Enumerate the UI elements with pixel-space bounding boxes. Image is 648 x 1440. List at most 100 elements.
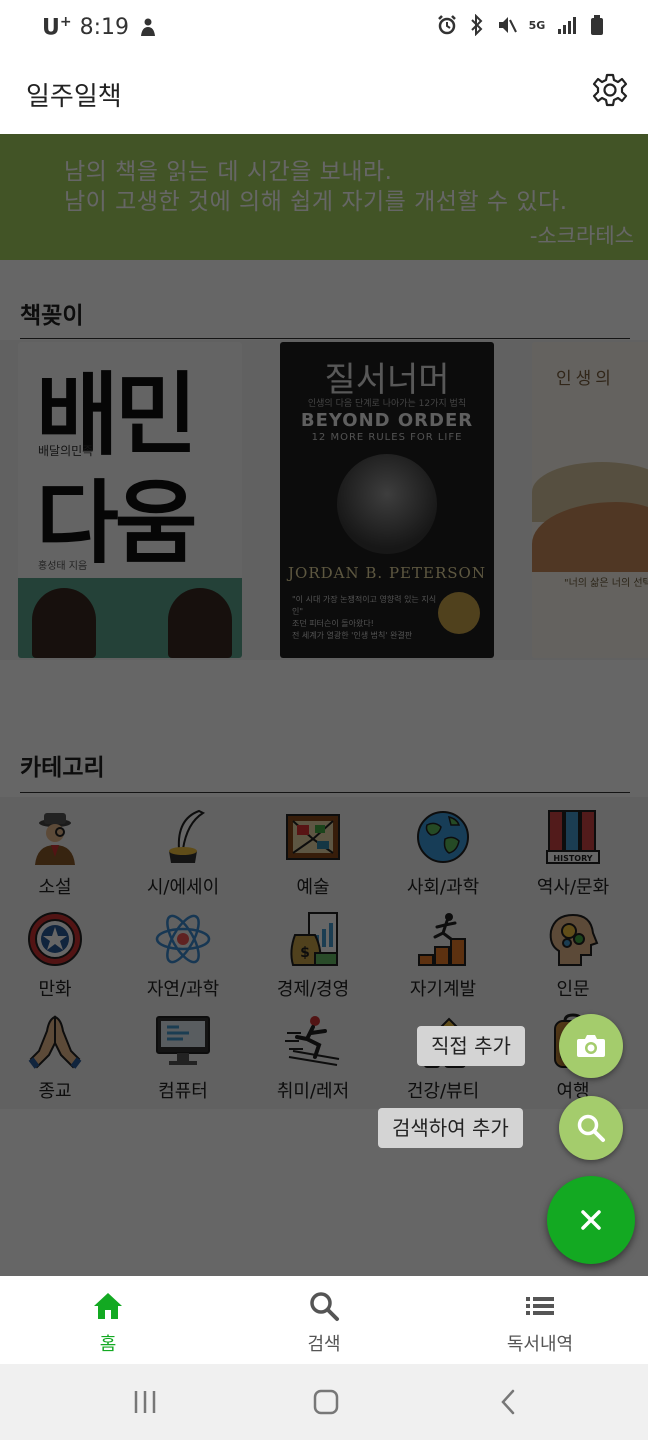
category-label: 만화 xyxy=(38,979,72,1000)
search-add-button[interactable] xyxy=(559,1096,623,1160)
search-add-label[interactable]: 검색하여 추가 xyxy=(378,1108,523,1148)
category-label: 자연/과학 xyxy=(146,979,220,1000)
detective-icon xyxy=(35,813,75,865)
close-icon xyxy=(581,1210,601,1230)
category-title: 카테고리 xyxy=(20,755,105,781)
bookshelf-divider xyxy=(20,338,630,339)
category-label: 종교 xyxy=(38,1081,72,1102)
category-label: 자기계발 xyxy=(409,979,477,1000)
category-history[interactable]: HISTORY 역사/문화 xyxy=(518,803,628,899)
category-label: 경제/경영 xyxy=(276,979,350,1000)
nav-label: 검색 xyxy=(307,1334,341,1355)
back-chevron-icon xyxy=(501,1389,515,1415)
settings-button[interactable] xyxy=(592,72,628,108)
quote-author: -소크라테스 xyxy=(529,224,634,248)
money-bag-icon: $ xyxy=(290,912,338,966)
signal-icon xyxy=(556,14,578,36)
category-grid: 소설 시/에세이 예술 사회/과학 HISTORY 역사/문화 만화 자연/과학… xyxy=(0,797,648,1109)
globe-icon xyxy=(417,811,469,863)
alarm-icon xyxy=(436,14,458,36)
category-nature-science[interactable]: 자연/과학 xyxy=(128,905,238,1001)
book-cover-blurb: "이 시대 가장 논쟁적이고 영향력 있는 지식인" 조던 피터슨이 돌아왔다!… xyxy=(292,594,442,642)
mute-icon xyxy=(496,14,518,36)
nav-search[interactable]: 검색 xyxy=(216,1276,432,1364)
book-cover[interactable]: 질서너머 인생의 다음 단계로 나아가는 12가지 법칙 BEYOND ORDE… xyxy=(280,342,494,658)
search-icon xyxy=(310,1292,339,1321)
category-self-development[interactable]: 자기계발 xyxy=(388,905,498,1001)
category-society-science[interactable]: 사회/과학 xyxy=(388,803,498,899)
book-cover[interactable]: 배민 배달의민족 다움 홍성태 지음 xyxy=(18,342,242,658)
book-cover-subtitle-en: 12 MORE RULES FOR LIFE xyxy=(311,432,463,443)
praying-hands-icon xyxy=(28,1015,82,1069)
bottom-navigation: 홈 검색 독서내역 xyxy=(0,1276,648,1364)
home-square-icon xyxy=(313,1389,339,1415)
home-system-button[interactable] xyxy=(306,1384,346,1420)
book-cover[interactable]: 인생의 "너의 삶은 너의 선택" xyxy=(532,342,648,658)
nav-reading-history[interactable]: 독서내역 xyxy=(432,1276,648,1364)
book-cover-photo xyxy=(18,578,242,658)
battery-icon xyxy=(586,14,608,36)
blurb-line: 전 세계가 열광한 '인생 법칙' 완결판 xyxy=(292,631,413,640)
history-books-icon: HISTORY xyxy=(546,810,600,864)
clock: 8:19 xyxy=(79,14,130,40)
app-title: 일주일책 xyxy=(26,82,122,112)
person-figure xyxy=(32,588,96,658)
category-label: 역사/문화 xyxy=(536,877,610,898)
category-fiction[interactable]: 소설 xyxy=(0,803,110,899)
blurb-line: 조던 피터슨이 돌아왔다! xyxy=(292,619,374,628)
quote-line-2: 남이 고생한 것에 의해 쉽게 자기를 개선할 수 있다. xyxy=(64,189,568,215)
category-economy[interactable]: $ 경제/경영 xyxy=(258,905,368,1001)
recent-apps-button[interactable] xyxy=(125,1384,165,1420)
close-fab-button[interactable] xyxy=(547,1176,635,1264)
carrier-label: U+ xyxy=(42,14,72,41)
bookshelf-title: 책꽂이 xyxy=(20,303,84,329)
svg-text:$: $ xyxy=(300,945,310,961)
category-divider xyxy=(20,792,630,793)
home-content: 남의 책을 읽는 데 시간을 보내라. 남이 고생한 것에 의해 쉽게 자기를 … xyxy=(0,134,648,1276)
nav-label: 홈 xyxy=(99,1334,117,1355)
book-cover-author: 홍성태 지음 xyxy=(38,561,88,572)
camera-icon xyxy=(577,1035,605,1057)
author-portrait xyxy=(337,454,437,554)
notification-icon xyxy=(137,16,159,38)
category-poetry[interactable]: 시/에세이 xyxy=(128,803,238,899)
category-comics[interactable]: 만화 xyxy=(0,905,110,1001)
computer-code-icon xyxy=(156,1016,210,1065)
nav-home[interactable]: 홈 xyxy=(0,1276,216,1364)
bestseller-badge xyxy=(438,592,480,634)
book-cover-title: 질서너머 xyxy=(324,360,450,400)
category-label: 인문 xyxy=(556,979,590,1000)
category-hobby-leisure[interactable]: 취미/레저 xyxy=(258,1007,368,1103)
book-cover-title: 인생의 xyxy=(556,369,615,389)
category-label: 취미/레저 xyxy=(276,1081,350,1102)
manual-add-label[interactable]: 직접 추가 xyxy=(417,1026,525,1066)
category-religion[interactable]: 종교 xyxy=(0,1007,110,1103)
category-computer[interactable]: 컴퓨터 xyxy=(128,1007,238,1103)
quote-banner: 남의 책을 읽는 데 시간을 보내라. 남이 고생한 것에 의해 쉽게 자기를 … xyxy=(0,134,648,260)
back-button[interactable] xyxy=(488,1384,528,1420)
bookshelf-carousel[interactable]: 배민 배달의민족 다움 홍성태 지음 질서너머 인생의 다음 단계로 나아가는 … xyxy=(0,340,648,660)
book-cover-quote: "너의 삶은 너의 선택" xyxy=(564,578,648,589)
book-cover-tagline: 인생의 다음 단계로 나아가는 12가지 법칙 xyxy=(307,399,467,409)
manual-add-button[interactable] xyxy=(559,1014,623,1078)
category-art[interactable]: 예술 xyxy=(258,803,368,899)
category-label: 예술 xyxy=(296,877,330,898)
list-icon xyxy=(526,1297,554,1315)
network-5g-icon: 5G xyxy=(528,18,546,32)
atom-icon xyxy=(155,914,211,964)
svg-text:HISTORY: HISTORY xyxy=(553,854,592,863)
system-navigation-bar xyxy=(0,1364,648,1440)
book-cover-author: JORDAN B. PETERSON xyxy=(288,564,486,582)
blurb-line: "이 시대 가장 논쟁적이고 영향력 있는 지식인" xyxy=(292,595,437,616)
person-figure xyxy=(168,588,232,658)
category-humanities[interactable]: 인문 xyxy=(518,905,628,1001)
quill-ink-icon xyxy=(169,809,206,863)
category-label: 여행 xyxy=(556,1081,590,1102)
status-bar: U+ 8:19 5G xyxy=(0,0,648,56)
shield-star-icon xyxy=(28,912,82,966)
gear-icon xyxy=(592,73,628,107)
category-label: 건강/뷰티 xyxy=(406,1081,480,1102)
status-right: 5G xyxy=(436,14,608,36)
stairs-runner-icon xyxy=(418,913,466,966)
skier-icon xyxy=(285,1016,340,1066)
